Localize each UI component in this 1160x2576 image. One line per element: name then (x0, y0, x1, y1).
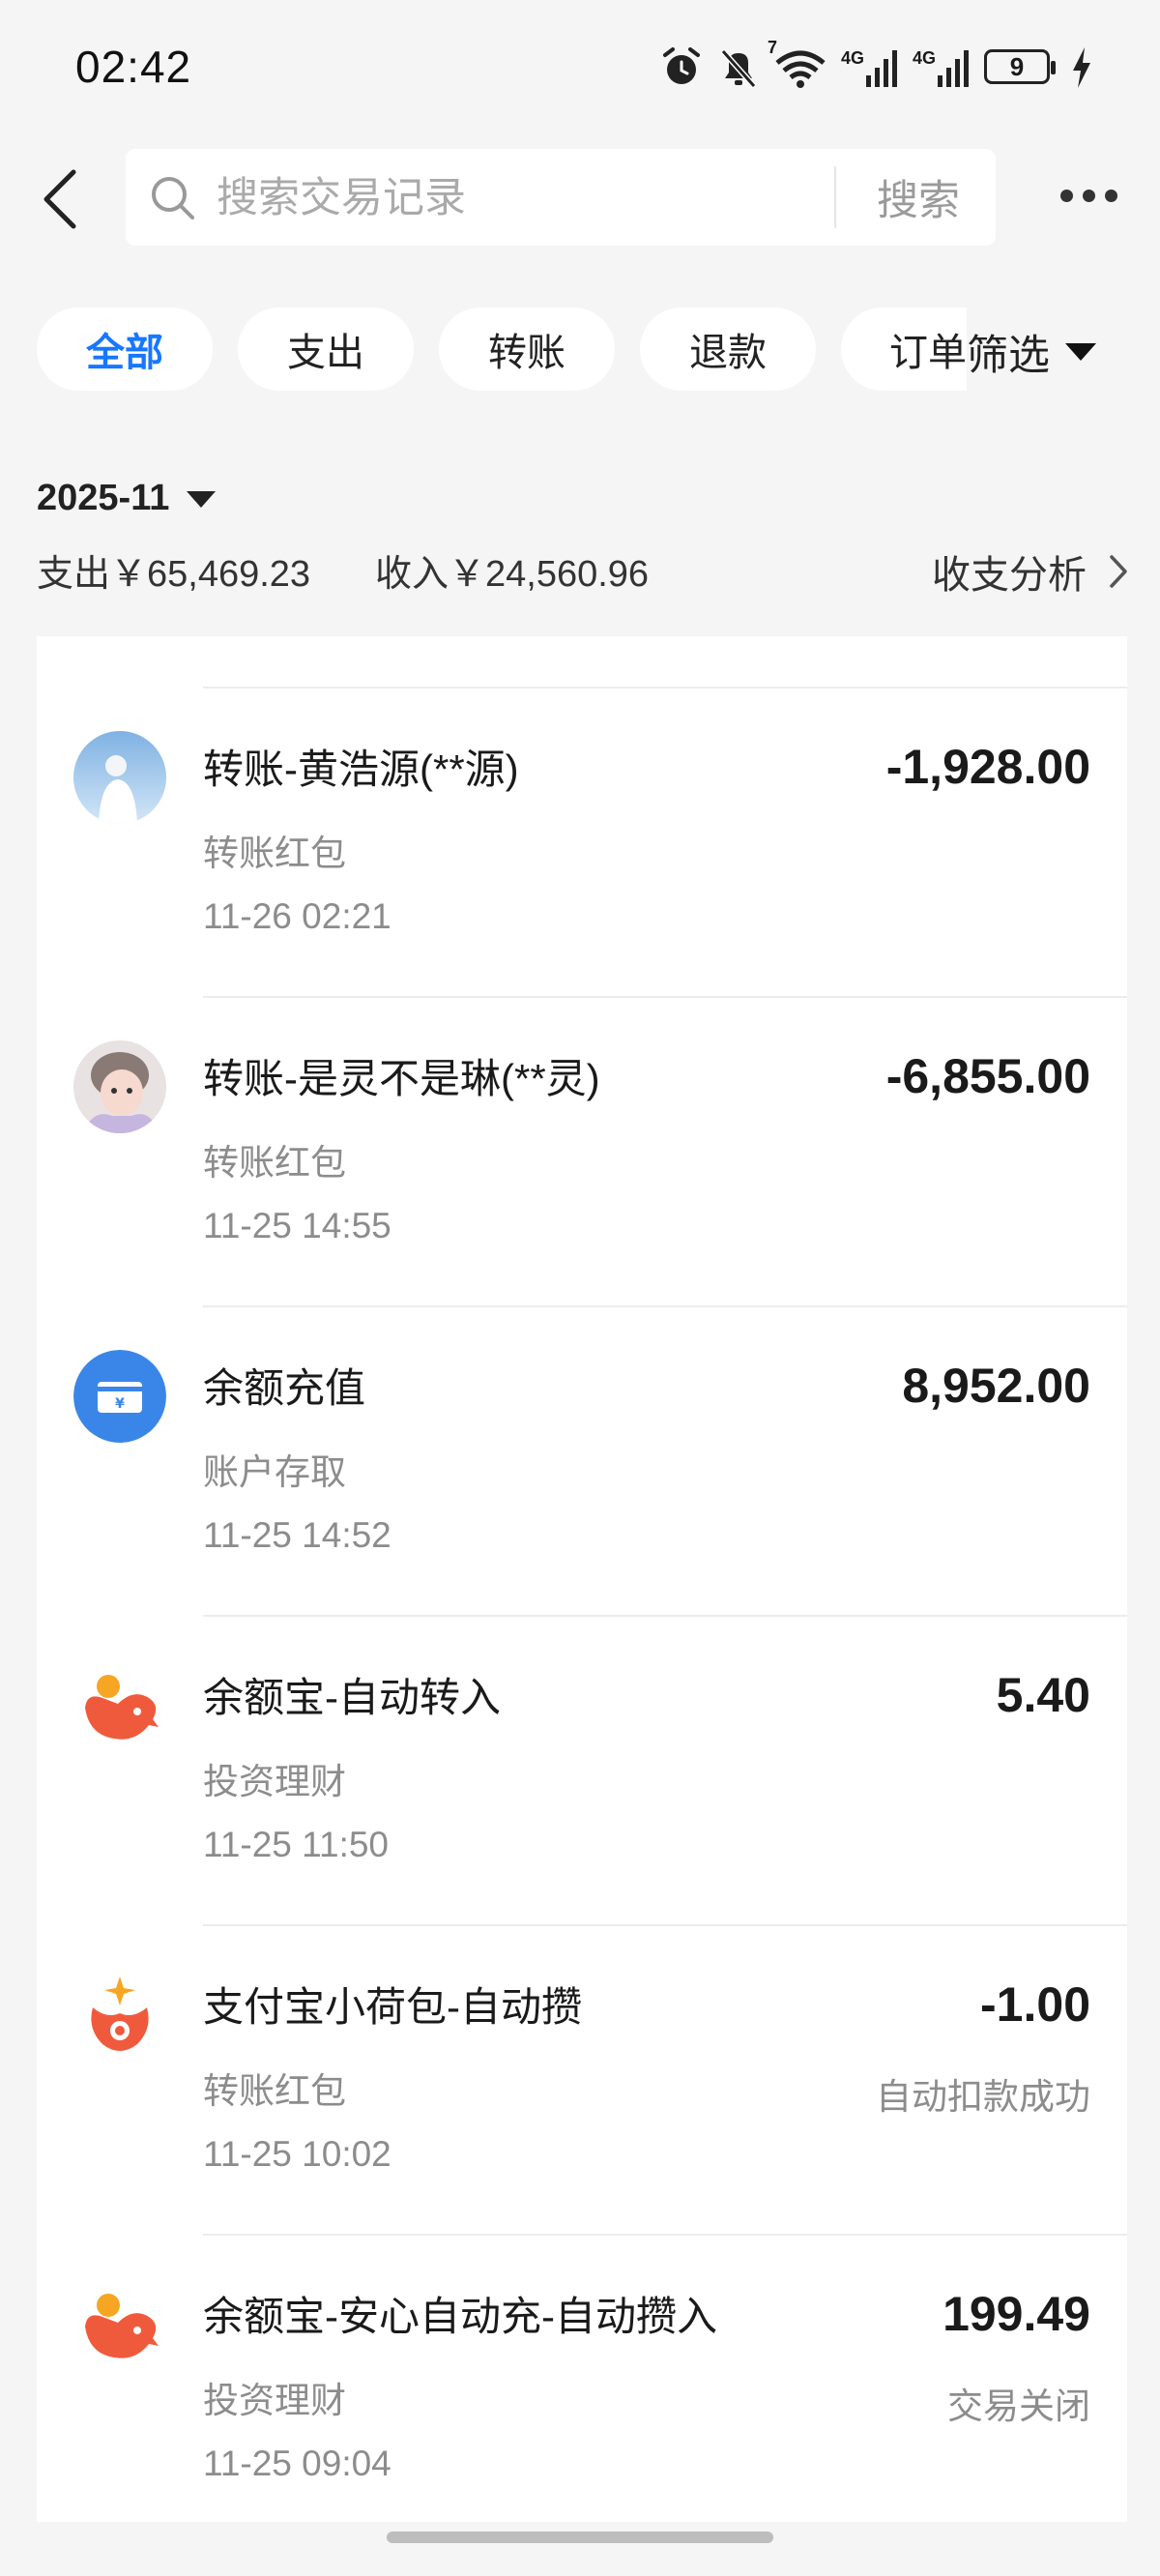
transaction-time: 11-25 11:50 (203, 1825, 390, 1864)
transaction-amount: -1.00 (980, 1977, 1090, 2032)
signal-bars-icon (938, 50, 969, 87)
transaction-category: 转账红包 (203, 834, 346, 873)
transaction-title: 转账-是灵不是琳(**灵) (203, 1056, 600, 1101)
mute-bell-icon (720, 49, 757, 88)
back-button[interactable] (29, 162, 91, 236)
battery-indicator: 9 (984, 49, 1058, 86)
battery-level: 9 (1009, 52, 1025, 81)
analysis-label: 收支分析 (932, 554, 1087, 597)
transaction-title: 余额宝-安心自动充-自动攒入 (203, 2294, 717, 2339)
transaction-category: 投资理财 (203, 2381, 346, 2420)
transaction-amount: -6,855.00 (885, 1049, 1090, 1103)
transaction-title: 余额充值 (203, 1365, 366, 1411)
search-button[interactable]: 搜索 (841, 149, 996, 246)
transaction-status: 自动扣款成功 (876, 2077, 1090, 2117)
chip-refund[interactable]: 退款 (640, 307, 816, 391)
chip-all[interactable]: 全部 (37, 307, 213, 391)
transaction-time: 11-25 10:02 (203, 2134, 392, 2174)
transaction-time: 11-25 14:55 (203, 1206, 392, 1245)
dropdown-triangle-icon (187, 490, 217, 508)
transaction-category: 转账红包 (203, 1143, 346, 1183)
signal-1: 4G (841, 48, 899, 87)
status-time: 02:42 (75, 42, 192, 92)
home-indicator[interactable] (387, 2532, 773, 2543)
wifi-icon (775, 50, 826, 88)
signal-bars-icon (865, 50, 897, 87)
transaction-item[interactable]: ¥ 余额充值 账户存取 11-25 14:52 8,952.00 (37, 1307, 1127, 1617)
transaction-amount: -1,928.00 (885, 740, 1090, 794)
filter-label: 筛选 (967, 333, 1050, 379)
wifi-indicator: 7 (768, 38, 827, 90)
search-header: 搜索 (0, 145, 1160, 251)
wifi-badge: 7 (767, 38, 777, 57)
transaction-amount: 5.40 (996, 1668, 1090, 1722)
transaction-status: 交易关闭 (947, 2386, 1090, 2426)
xiaohebao-icon (73, 1969, 166, 2062)
svg-text:¥: ¥ (115, 1396, 125, 1412)
transaction-item[interactable]: 转账-黄浩源(**源) 转账红包 11-26 02:21 -1,928.00 (37, 688, 1127, 998)
transaction-item[interactable]: 余额宝-自动转入 投资理财 11-25 11:50 5.40 (37, 1617, 1127, 1926)
signal-2: 4G (913, 48, 971, 87)
transaction-amount: 199.49 (942, 2287, 1090, 2341)
filter-button[interactable]: 筛选 (967, 307, 1160, 396)
network-type-1: 4G (840, 48, 864, 68)
income-total: 收入￥24,560.96 (375, 554, 650, 595)
transaction-title: 余额宝-自动转入 (203, 1675, 501, 1720)
transaction-category: 转账红包 (203, 2071, 346, 2111)
status-icons: 7 4G 4G 9 (659, 38, 1092, 97)
transaction-amount: 8,952.00 (902, 1359, 1090, 1413)
search-icon (152, 177, 194, 220)
battery-tip (1051, 61, 1056, 74)
transaction-item[interactable]: 余额宝-安心自动充-自动攒入 投资理财 11-25 09:04 199.49 交… (37, 2236, 1127, 2522)
status-bar: 02:42 7 4G 4G 9 (0, 0, 1160, 135)
search-divider (834, 166, 836, 228)
transaction-title: 支付宝小荷包-自动攒 (203, 1984, 582, 2030)
chevron-right-icon (1110, 555, 1127, 588)
transaction-time: 11-25 09:04 (203, 2444, 392, 2483)
user-avatar (73, 731, 166, 824)
month-selector[interactable]: 2025-11 (37, 478, 217, 519)
transaction-title: 转账-黄浩源(**源) (203, 746, 519, 792)
transaction-category: 账户存取 (203, 1452, 346, 1492)
analysis-link[interactable]: 收支分析 (932, 543, 1129, 600)
back-arrow-icon (44, 169, 76, 229)
transaction-item[interactable]: 支付宝小荷包-自动攒 转账红包 11-25 10:02 -1.00 自动扣款成功 (37, 1926, 1127, 2236)
filter-chips: 全部 支出 转账 退款 订单 筛选 (0, 307, 1160, 396)
chip-expense[interactable]: 支出 (238, 307, 414, 391)
expense-total: 支出￥65,469.23 (37, 554, 311, 595)
user-avatar (73, 1040, 166, 1133)
more-dot (1059, 189, 1073, 202)
more-dot (1104, 189, 1117, 202)
transaction-time: 11-26 02:21 (203, 896, 392, 936)
month-summary: 支出￥65,469.23 收入￥24,560.96 收支分析 (37, 543, 1129, 601)
transaction-category: 投资理财 (203, 1762, 346, 1801)
yuebao-icon (73, 2278, 166, 2371)
charging-icon (1073, 47, 1090, 88)
transaction-time: 11-25 14:52 (203, 1515, 392, 1555)
yuebao-icon (73, 1659, 166, 1752)
month-label: 2025-11 (37, 478, 170, 518)
more-dot (1082, 189, 1095, 202)
transaction-item[interactable]: 转账-是灵不是琳(**灵) 转账红包 11-25 14:55 -6,855.00 (37, 998, 1127, 1307)
wallet-icon: ¥ (73, 1350, 166, 1443)
network-type-2: 4G (912, 48, 936, 68)
more-options-button[interactable] (1050, 166, 1127, 224)
dropdown-triangle-icon (1065, 343, 1096, 361)
chip-transfer[interactable]: 转账 (439, 307, 615, 391)
alarm-icon (662, 47, 700, 84)
search-box[interactable]: 搜索 (126, 149, 996, 248)
transaction-list: 转账-黄浩源(**源) 转账红包 11-26 02:21 -1,928.00 转… (37, 636, 1127, 2522)
